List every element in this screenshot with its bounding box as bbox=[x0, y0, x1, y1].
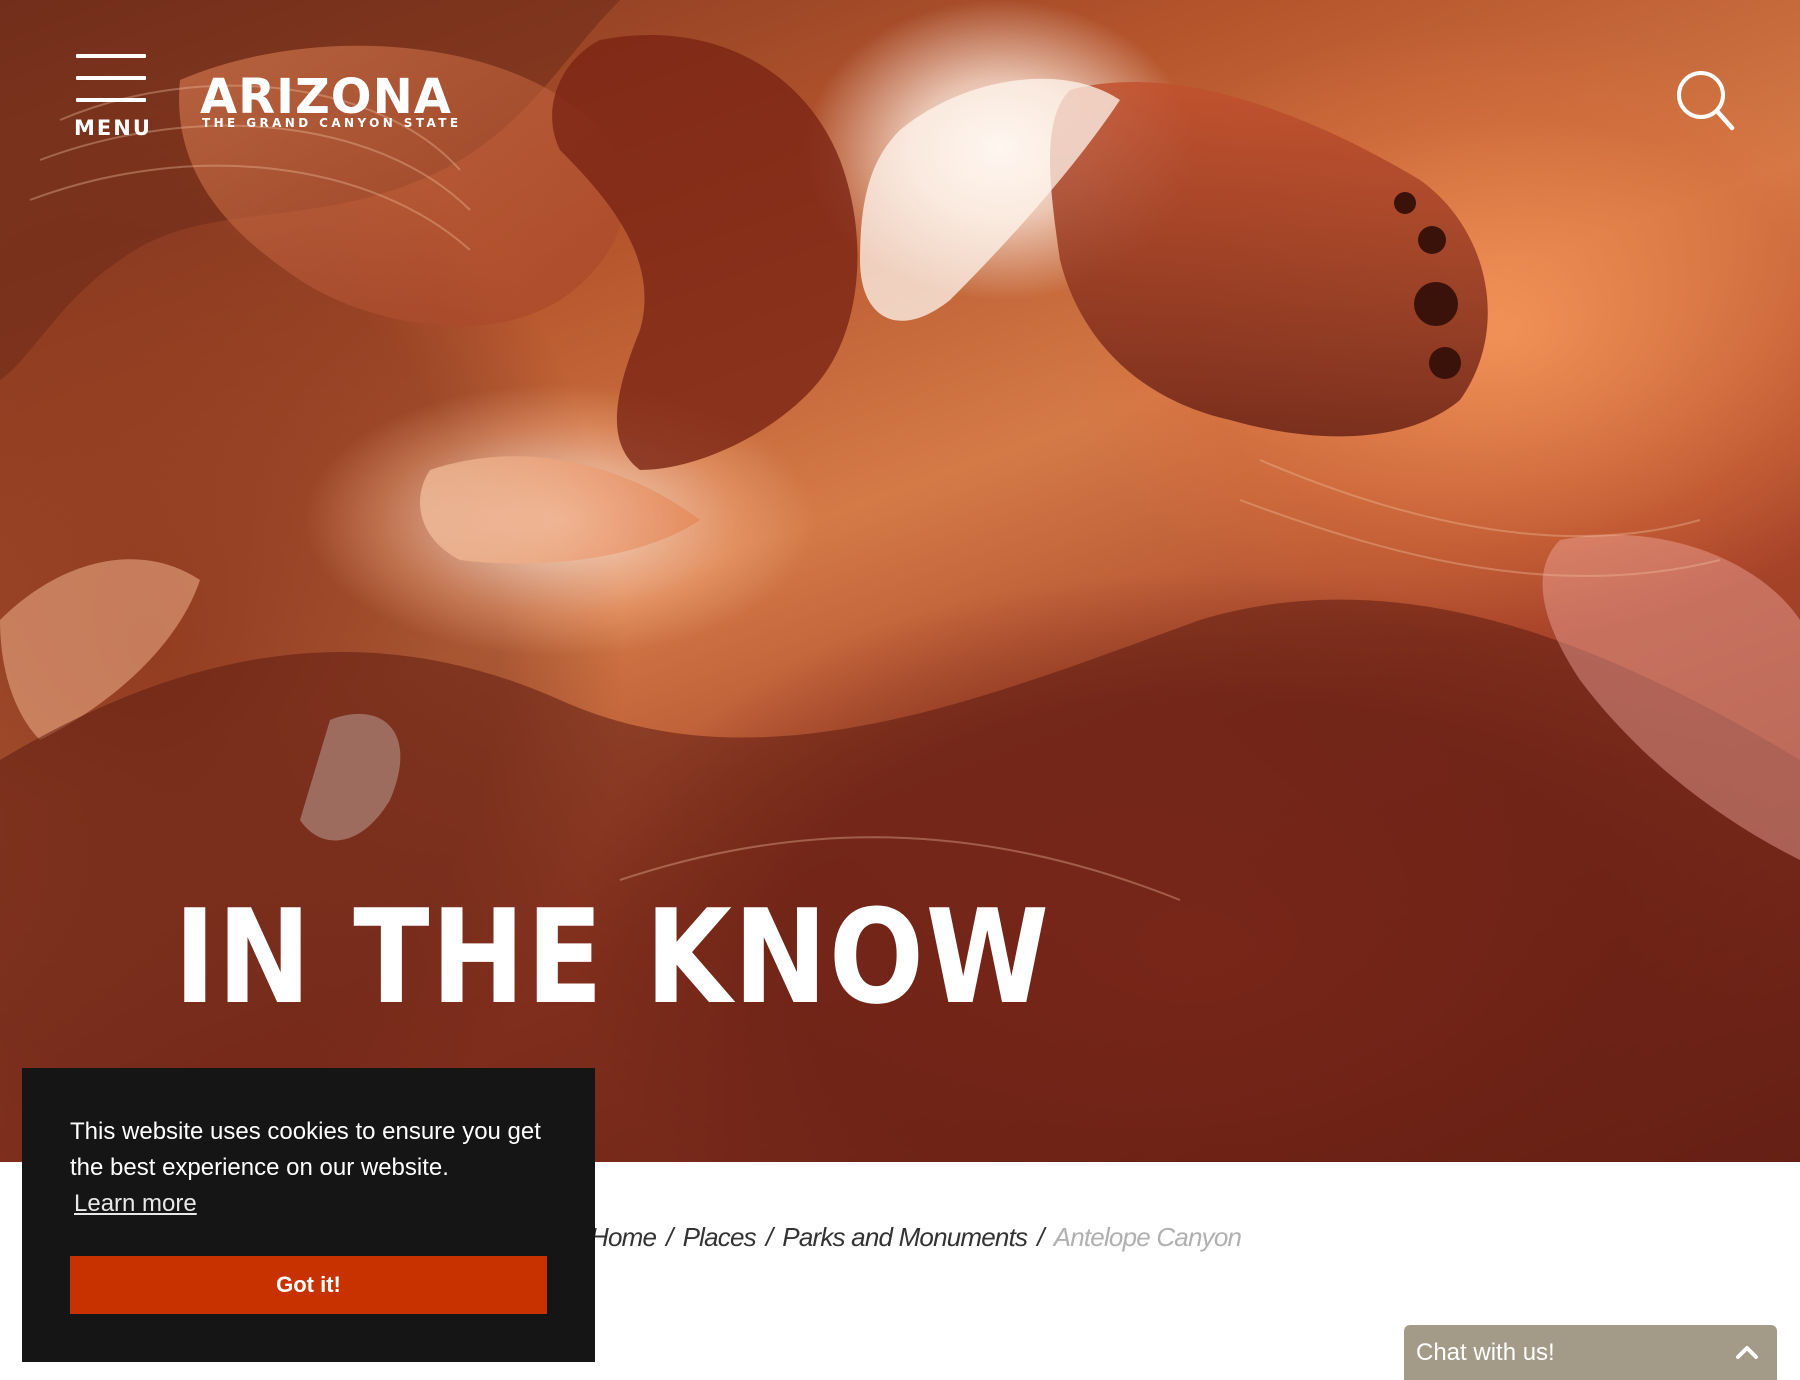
breadcrumb-parks-and-monuments[interactable]: Parks and Monuments bbox=[782, 1222, 1028, 1252]
cookie-message: This website uses cookies to ensure you … bbox=[70, 1118, 541, 1181]
logo-tagline: THE GRAND CANYON STATE bbox=[202, 116, 462, 130]
menu-label: MENU bbox=[74, 116, 152, 140]
logo-wordmark: ARIZONA bbox=[200, 69, 452, 125]
cookie-banner: This website uses cookies to ensure you … bbox=[22, 1068, 595, 1362]
search-button[interactable] bbox=[1676, 70, 1736, 132]
breadcrumb-current: Antelope Canyon bbox=[1053, 1222, 1242, 1252]
breadcrumb-separator: / bbox=[765, 1222, 773, 1252]
breadcrumb-separator: / bbox=[666, 1222, 673, 1252]
chat-widget[interactable]: Chat with us! bbox=[1404, 1325, 1777, 1380]
breadcrumb-places[interactable]: Places bbox=[683, 1222, 757, 1252]
breadcrumb-separator: / bbox=[1037, 1222, 1044, 1252]
breadcrumb: Home / Places / Parks and Monuments / Antelope… bbox=[590, 1222, 1242, 1253]
chevron-up-icon bbox=[1736, 1346, 1758, 1359]
hamburger-icon bbox=[76, 54, 146, 58]
breadcrumb-home[interactable]: Home bbox=[590, 1222, 657, 1252]
accept-cookies-button[interactable]: Got it! bbox=[70, 1256, 547, 1314]
learn-more-link[interactable]: Learn more bbox=[74, 1190, 197, 1218]
arizona-logo[interactable]: ARIZONA THE GRAND CANYON STATE bbox=[200, 69, 458, 134]
search-icon bbox=[1677, 71, 1735, 131]
menu-button[interactable]: MENU bbox=[74, 52, 152, 140]
page-title: IN THE KNOW bbox=[174, 881, 1051, 1033]
chat-label: Chat with us! bbox=[1416, 1339, 1555, 1366]
